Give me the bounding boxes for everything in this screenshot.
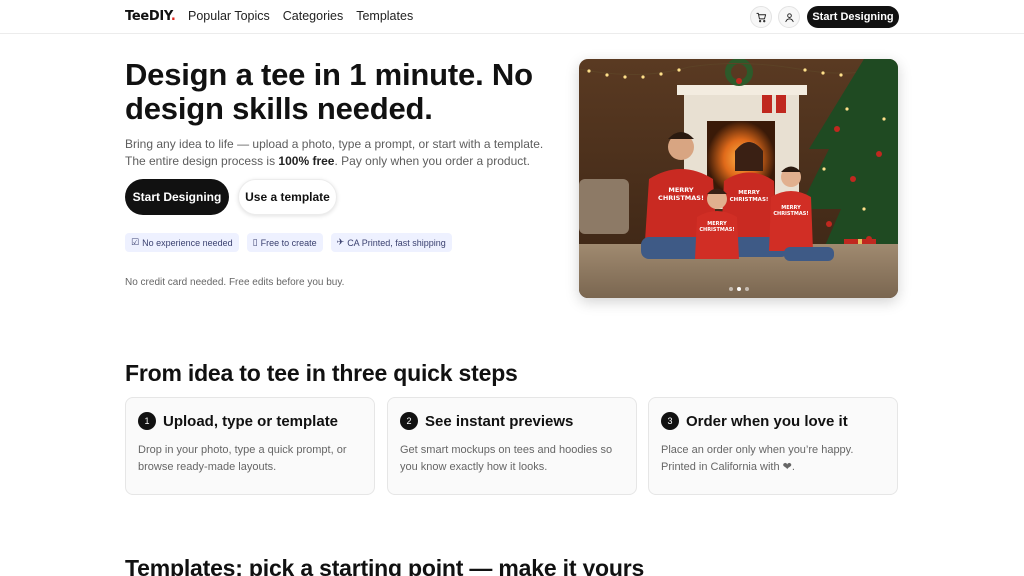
step-title: Upload, type or template — [163, 413, 339, 430]
chip-label: No experience needed — [142, 237, 233, 248]
shirt-text-line-1: MERRY — [668, 186, 694, 194]
carousel-dots — [579, 287, 898, 291]
shirt-text-line-2-small: CHRISTMAS! — [699, 227, 734, 233]
step-title: See instant previews — [425, 413, 574, 430]
nav-categories[interactable]: Categories — [283, 9, 343, 23]
step-card-upload: 1 Upload, type or template Drop in your … — [125, 397, 375, 495]
hero-subtitle-text-end: . Pay only when you order a product. — [334, 154, 530, 168]
nav-popular-topics[interactable]: Popular Topics — [188, 9, 270, 23]
plane-icon: ✈ — [336, 237, 345, 247]
cart-icon — [755, 12, 766, 22]
logo-dot: . — [170, 9, 176, 24]
nav-templates[interactable]: Templates — [356, 9, 413, 23]
step-card-order: 3 Order when you love it Place an order … — [648, 397, 898, 495]
hero-title: Design a tee in 1 minute. No design skil… — [125, 57, 533, 126]
step-title: Order when you love it — [686, 413, 848, 430]
account-button[interactable] — [778, 6, 800, 28]
hero-note: No credit card needed. Free edits before… — [125, 277, 345, 288]
free-icon: ▯ — [252, 237, 258, 247]
steps-section-title: From idea to tee in three quick steps — [125, 360, 518, 386]
step-number: 3 — [661, 412, 679, 430]
logo[interactable]: TeeDIY. — [125, 9, 176, 24]
chip-ca-printed: ✈ CA Printed, fast shipping — [330, 233, 452, 252]
chip-label: Free to create — [260, 237, 317, 248]
chip-no-experience: ☑ No experience needed — [125, 233, 239, 252]
hero-carousel[interactable]: MERRY CHRISTMAS! MERRY CHRISTMAS! MERRY … — [579, 59, 898, 298]
start-designing-button[interactable]: Start Designing — [125, 179, 229, 215]
cart-button[interactable] — [750, 6, 772, 28]
hero-subtitle-emphasis: 100% free — [278, 154, 335, 168]
feature-chips: ☑ No experience needed ▯ Free to create … — [125, 233, 452, 252]
shirt-text-line-2: CHRISTMAS! — [658, 194, 704, 202]
carousel-dot[interactable] — [744, 287, 749, 291]
step-description: Place an order only when you’re happy. P… — [661, 444, 854, 473]
use-template-button[interactable]: Use a template — [238, 179, 337, 215]
step-description: Get smart mockups on tees and hoodies so… — [400, 444, 613, 473]
carousel-dot-active[interactable] — [736, 287, 741, 291]
main-nav: Popular Topics Categories Templates — [188, 9, 413, 23]
step-card-preview: 2 See instant previews Get smart mockups… — [387, 397, 637, 495]
logo-text: TeeDIY — [125, 9, 171, 24]
checkbox-icon: ☑ — [131, 237, 140, 247]
chip-label: CA Printed, fast shipping — [347, 237, 446, 248]
shirt-text-line-2-mom: CHRISTMAS! — [730, 197, 769, 203]
header-start-designing-button[interactable]: Start Designing — [807, 6, 899, 28]
shirt-text-line-2-boy: CHRISTMAS! — [773, 211, 808, 217]
user-icon — [784, 12, 794, 22]
hero-photo: MERRY CHRISTMAS! MERRY CHRISTMAS! MERRY … — [579, 59, 898, 298]
step-number: 1 — [138, 412, 156, 430]
step-number: 2 — [400, 412, 418, 430]
top-navigation-bar: TeeDIY. Popular Topics Categories Templa… — [0, 0, 1024, 34]
carousel-dot[interactable] — [728, 287, 733, 291]
chip-free-to-create: ▯ Free to create — [246, 233, 323, 252]
step-description: Drop in your photo, type a quick prompt,… — [138, 444, 347, 473]
templates-section-title: Templates: pick a starting point — make … — [125, 555, 645, 576]
hero-subtitle: Bring any idea to life — upload a photo,… — [125, 136, 565, 170]
shirt-text-line-1-mom: MERRY — [738, 190, 760, 196]
